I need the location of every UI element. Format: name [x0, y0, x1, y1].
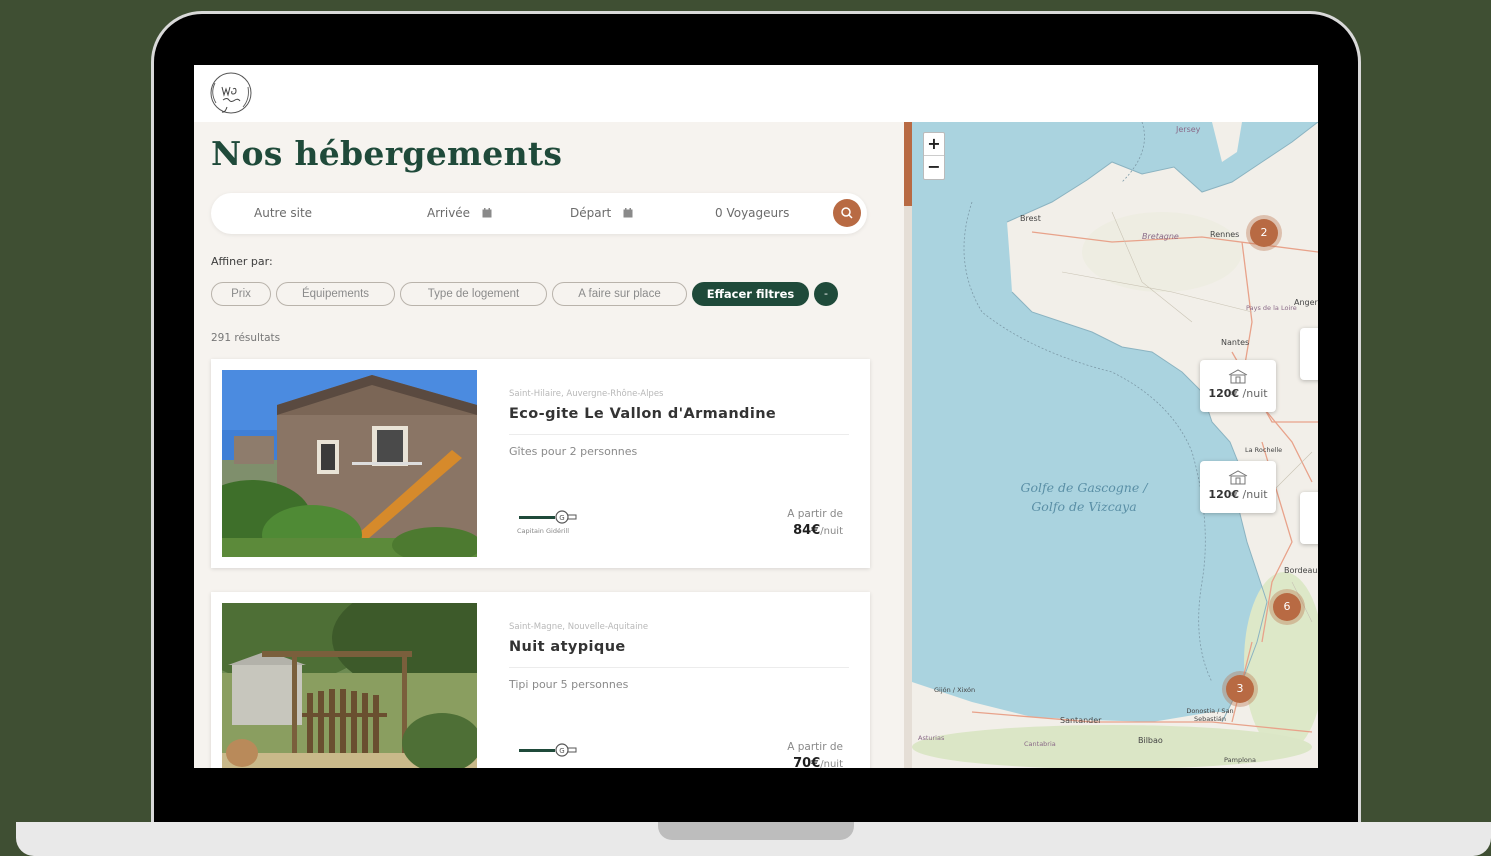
svg-text:G: G — [559, 747, 564, 755]
logo-icon[interactable] — [206, 69, 256, 117]
host-badge: G Capitain Gidérill — [517, 509, 587, 535]
svg-text:G: G — [559, 514, 564, 522]
map-place-label: La Rochelle — [1245, 446, 1283, 454]
sea-label-line: Golfe de Gascogne / — [1020, 480, 1148, 495]
listing-price: 70€/nuit — [793, 756, 843, 768]
map-cluster-marker[interactable]: 6 — [1273, 593, 1301, 621]
per-night-label: /nuit — [820, 526, 843, 537]
host-key-icon: G — [519, 743, 577, 757]
map-price-pin-partial[interactable] — [1300, 492, 1318, 544]
map-place-label: Gijón / Xixón — [934, 686, 976, 694]
map-view[interactable]: + − Jersey Brest Bretagne Rennes Pays de… — [912, 122, 1318, 768]
zoom-out-button[interactable]: − — [924, 156, 944, 178]
pin-price: 120€ — [1208, 387, 1240, 400]
calendar-icon — [482, 208, 492, 218]
filter-chip-price[interactable]: Prix — [211, 282, 271, 306]
listing-description: Tipi pour 5 personnes — [509, 678, 629, 691]
top-bar — [194, 65, 1318, 122]
listing-card[interactable]: Saint-Magne, Nouvelle-Aquitaine Nuit aty… — [211, 592, 870, 768]
card-divider — [509, 434, 849, 435]
site-selector[interactable]: Autre site — [254, 206, 312, 220]
filter-chip-equipment[interactable]: Équipements — [276, 282, 395, 306]
map-place-label: Bordeaux — [1284, 566, 1318, 575]
listing-description: Gîtes pour 2 personnes — [509, 445, 638, 458]
travelers-field[interactable]: 0 Voyageurs — [715, 206, 789, 220]
filter-chip-activities[interactable]: A faire sur place — [552, 282, 687, 306]
zoom-control: + − — [923, 132, 945, 180]
price-value: 84€ — [793, 523, 821, 538]
listing-location: Saint-Hilaire, Auvergne-Rhône-Alpes — [509, 389, 664, 399]
map-place-label: Santander — [1060, 716, 1102, 725]
listing-title[interactable]: Eco-gite Le Vallon d'Armandine — [509, 406, 776, 422]
sea-label: Golfe de Gascogne / Golfo de Vizcaya — [1004, 478, 1164, 516]
listing-card[interactable]: Saint-Hilaire, Auvergne-Rhône-Alpes Eco-… — [211, 359, 870, 568]
panel-scrollbar[interactable] — [904, 122, 912, 768]
host-badge: G — [517, 742, 587, 766]
clear-filters-button[interactable]: Effacer filtres — [692, 282, 809, 306]
filter-label: Affiner par: — [211, 255, 273, 268]
zoom-in-button[interactable]: + — [924, 133, 944, 155]
host-name: Capitain Gidérill — [517, 527, 570, 535]
filter-chip-accommodation-type[interactable]: Type de logement — [400, 282, 547, 306]
price-value: 70€ — [793, 756, 821, 768]
arrival-label: Arrivée — [427, 206, 471, 220]
map-cluster-marker[interactable]: 3 — [1226, 675, 1254, 703]
map-place-label: Rennes — [1210, 230, 1240, 239]
price-from-label: A partir de — [787, 508, 843, 520]
map-place-label: Asturias — [918, 734, 945, 742]
listing-location: Saint-Magne, Nouvelle-Aquitaine — [509, 622, 649, 632]
search-bar: Autre site Arrivée Départ 0 Voyageurs — [211, 193, 867, 234]
scrollbar-thumb[interactable] — [904, 122, 912, 206]
map-place-label: Bretagne — [1142, 232, 1179, 241]
map-place-label: Angers — [1294, 298, 1318, 307]
map-tiles — [912, 122, 1318, 768]
calendar-icon — [623, 208, 633, 218]
laptop-notch — [658, 822, 854, 840]
departure-date-field[interactable]: Départ — [570, 206, 633, 220]
map-place-label: Brest — [1020, 214, 1041, 223]
host-key-icon: G — [519, 510, 577, 524]
sea-label-line: Golfo de Vizcaya — [1031, 499, 1137, 514]
listing-title[interactable]: Nuit atypique — [509, 639, 626, 655]
per-night-label: /nuit — [820, 759, 843, 768]
listing-panel: Nos hébergements Autre site Arrivée Dépa… — [194, 122, 904, 768]
search-icon — [841, 207, 853, 219]
app-screen: Nos hébergements Autre site Arrivée Dépa… — [194, 65, 1318, 768]
lodging-icon — [1228, 369, 1248, 384]
card-divider — [509, 667, 849, 668]
pin-price: 120€ — [1208, 488, 1240, 501]
price-from-label: A partir de — [787, 741, 843, 753]
map-price-pin-partial[interactable] — [1300, 328, 1318, 380]
results-count: 291 résultats — [211, 332, 281, 344]
search-button[interactable] — [833, 199, 861, 227]
arrival-date-field[interactable]: Arrivée — [427, 206, 492, 220]
map-place-label: Donostia / San Sebastián — [1186, 707, 1234, 723]
map-cluster-marker[interactable]: 2 — [1250, 219, 1278, 247]
collapse-filters-button[interactable]: - — [814, 282, 838, 306]
pin-per-night: /nuit — [1242, 488, 1268, 501]
map-price-pin[interactable]: 120€ /nuit — [1200, 461, 1276, 513]
listing-photo[interactable] — [222, 370, 477, 557]
map-price-pin[interactable]: 120€ /nuit — [1200, 360, 1276, 412]
departure-label: Départ — [570, 206, 612, 220]
map-place-label: Pamplona — [1224, 756, 1256, 764]
map-place-label: Bilbao — [1138, 736, 1163, 745]
listing-photo[interactable] — [222, 603, 477, 768]
map-place-label: Jersey — [1176, 125, 1201, 134]
map-place-label: Cantabria — [1024, 740, 1056, 748]
page-title: Nos hébergements — [211, 134, 563, 173]
pin-per-night: /nuit — [1242, 387, 1268, 400]
listing-price: 84€/nuit — [793, 523, 843, 538]
map-place-label: Nantes — [1221, 338, 1250, 347]
map-place-label: Pays de la Loire — [1246, 304, 1297, 312]
lodging-icon — [1228, 470, 1248, 485]
